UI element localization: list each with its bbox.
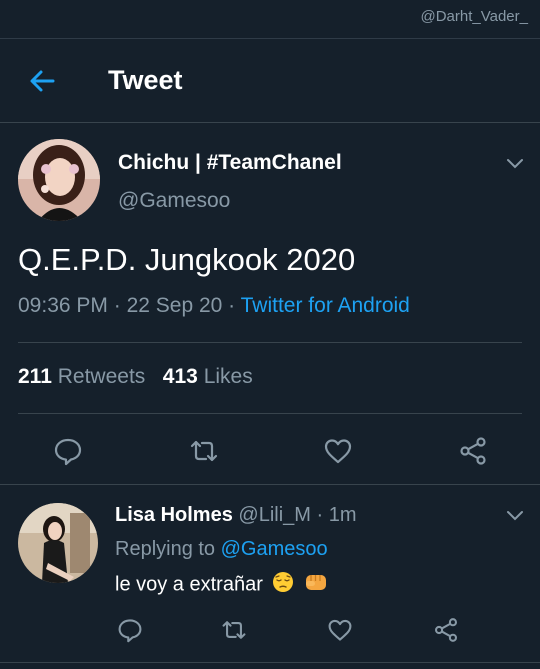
reply-text-line: le voy a extrañar	[115, 571, 328, 599]
main-tweet: Chichu | #TeamChanel @Gamesoo Q.E.P.D. J…	[0, 123, 540, 485]
back-arrow-icon[interactable]	[28, 67, 56, 95]
meta-separator: ·	[310, 504, 329, 526]
fist-emoji	[304, 571, 328, 599]
avatar[interactable]	[18, 503, 98, 583]
avatar[interactable]	[18, 139, 100, 221]
chevron-down-icon[interactable]	[506, 509, 524, 521]
share-icon[interactable]	[433, 617, 459, 643]
retweet-icon[interactable]	[221, 617, 247, 643]
watermark: @Darht_Vader_	[420, 8, 528, 25]
replying-to: Replying to @Gamesoo	[115, 538, 328, 561]
reply-icon[interactable]	[117, 617, 143, 643]
tweet-stats: 211 Retweets 413 Likes	[18, 365, 253, 389]
reply-time: 1m	[328, 504, 357, 526]
divider	[18, 413, 522, 414]
retweets-label: Retweets	[57, 365, 146, 388]
pensive-face-emoji	[272, 571, 294, 599]
reply-author-handle[interactable]: @Lili_M	[238, 504, 311, 526]
author-handle[interactable]: @Gamesoo	[118, 189, 230, 213]
meta-separator: ·	[222, 294, 241, 317]
author-name[interactable]: Chichu | #TeamChanel	[118, 151, 342, 175]
like-icon[interactable]	[327, 617, 353, 643]
likes-label: Likes	[203, 365, 253, 388]
replying-to-handle[interactable]: @Gamesoo	[221, 538, 328, 560]
reply-icon[interactable]	[53, 436, 83, 466]
divider	[0, 662, 540, 663]
replying-label: Replying to	[115, 538, 216, 560]
retweets-count: 211	[18, 365, 52, 388]
page-title: Tweet	[108, 65, 183, 95]
tweet-date: 22 Sep 20	[126, 294, 223, 317]
chevron-down-icon[interactable]	[506, 157, 524, 169]
meta-separator: ·	[107, 294, 127, 317]
like-icon[interactable]	[323, 436, 353, 466]
tweet-meta: 09:36 PM · 22 Sep 20 · Twitter for Andro…	[18, 294, 410, 318]
divider	[18, 342, 522, 343]
likes-count: 413	[162, 365, 198, 388]
share-icon[interactable]	[458, 436, 488, 466]
header-bar: Tweet	[0, 39, 540, 123]
reply-text: le voy a extrañar	[115, 573, 263, 596]
tweet-time: 09:36 PM	[18, 294, 108, 317]
reply-tweet[interactable]: Lisa Holmes @Lili_M · 1m Replying to @Ga…	[0, 485, 540, 669]
retweet-icon[interactable]	[189, 436, 219, 466]
tweet-source-link[interactable]: Twitter for Android	[241, 294, 410, 317]
reply-header: Lisa Holmes @Lili_M · 1m	[115, 504, 357, 527]
reply-author-name[interactable]: Lisa Holmes	[115, 504, 233, 526]
tweet-text: Q.E.P.D. Jungkook 2020	[18, 242, 356, 277]
retweets-stat[interactable]: 211 Retweets	[18, 365, 145, 388]
likes-stat[interactable]: 413 Likes	[163, 365, 253, 388]
